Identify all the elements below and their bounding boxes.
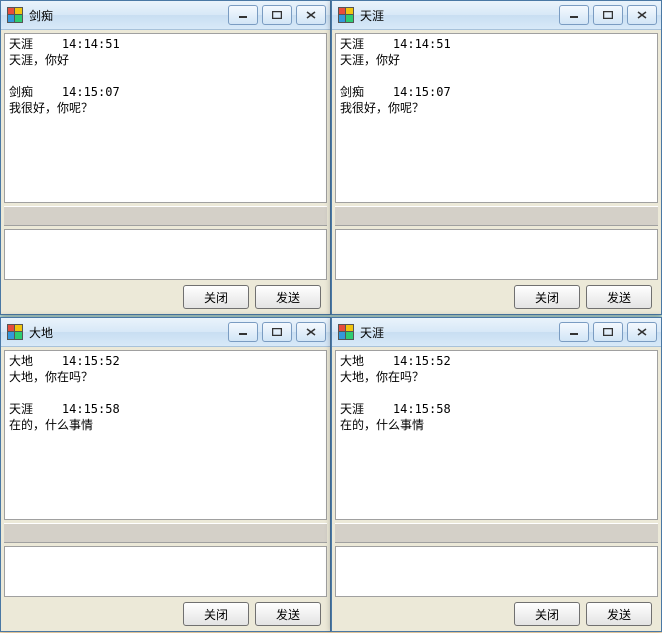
- close-button[interactable]: 关闭: [183, 602, 249, 626]
- minimize-button[interactable]: [228, 322, 258, 342]
- close-window-button[interactable]: [296, 5, 326, 25]
- minimize-button[interactable]: [228, 5, 258, 25]
- splitter[interactable]: [335, 523, 658, 543]
- splitter[interactable]: [335, 206, 658, 226]
- chat-window: 天涯天涯 14:14:51 天涯，你好 剑痴 14:15:07 我很好，你呢？ …: [331, 0, 662, 315]
- splitter[interactable]: [4, 523, 327, 543]
- client-area: 大地 14:15:52 大地，你在吗？ 天涯 14:15:58 在的，什么事情 …: [332, 347, 661, 631]
- message-input[interactable]: [7, 549, 328, 598]
- maximize-button[interactable]: [262, 5, 292, 25]
- titlebar[interactable]: 天涯: [332, 318, 661, 347]
- window-title: 天涯: [360, 7, 559, 24]
- chat-log: 大地 14:15:52 大地，你在吗？ 天涯 14:15:58 在的，什么事情: [335, 350, 658, 520]
- titlebar[interactable]: 天涯: [332, 1, 661, 30]
- message-input[interactable]: [338, 549, 659, 598]
- chat-window: 天涯大地 14:15:52 大地，你在吗？ 天涯 14:15:58 在的，什么事…: [331, 317, 662, 632]
- window-controls: [559, 5, 657, 25]
- window-title: 天涯: [360, 324, 559, 341]
- message-input[interactable]: [338, 232, 659, 281]
- send-button[interactable]: 发送: [255, 285, 321, 309]
- message-input-area: [4, 229, 327, 280]
- send-button[interactable]: 发送: [586, 285, 652, 309]
- chat-log: 天涯 14:14:51 天涯，你好 剑痴 14:15:07 我很好，你呢？: [4, 33, 327, 203]
- message-input-area: [4, 546, 327, 597]
- titlebar[interactable]: 剑痴: [1, 1, 330, 30]
- chat-log: 天涯 14:14:51 天涯，你好 剑痴 14:15:07 我很好，你呢？: [335, 33, 658, 203]
- maximize-button[interactable]: [593, 322, 623, 342]
- send-button[interactable]: 发送: [586, 602, 652, 626]
- close-button[interactable]: 关闭: [183, 285, 249, 309]
- app-icon: [338, 7, 354, 23]
- close-window-button[interactable]: [627, 5, 657, 25]
- client-area: 天涯 14:14:51 天涯，你好 剑痴 14:15:07 我很好，你呢？ 关闭…: [1, 30, 330, 314]
- app-icon: [7, 7, 23, 23]
- splitter[interactable]: [4, 206, 327, 226]
- send-button[interactable]: 发送: [255, 602, 321, 626]
- client-area: 大地 14:15:52 大地，你在吗？ 天涯 14:15:58 在的，什么事情 …: [1, 347, 330, 631]
- maximize-button[interactable]: [593, 5, 623, 25]
- maximize-button[interactable]: [262, 322, 292, 342]
- button-row: 关闭发送: [4, 283, 327, 311]
- client-area: 天涯 14:14:51 天涯，你好 剑痴 14:15:07 我很好，你呢？ 关闭…: [332, 30, 661, 314]
- chat-window: 大地大地 14:15:52 大地，你在吗？ 天涯 14:15:58 在的，什么事…: [0, 317, 331, 632]
- close-window-button[interactable]: [627, 322, 657, 342]
- message-input[interactable]: [7, 232, 328, 281]
- button-row: 关闭发送: [335, 283, 658, 311]
- close-button[interactable]: 关闭: [514, 602, 580, 626]
- minimize-button[interactable]: [559, 5, 589, 25]
- window-title: 剑痴: [29, 7, 228, 24]
- message-input-area: [335, 229, 658, 280]
- window-controls: [228, 5, 326, 25]
- close-window-button[interactable]: [296, 322, 326, 342]
- chat-window: 剑痴天涯 14:14:51 天涯，你好 剑痴 14:15:07 我很好，你呢？ …: [0, 0, 331, 315]
- window-controls: [559, 322, 657, 342]
- titlebar[interactable]: 大地: [1, 318, 330, 347]
- app-icon: [7, 324, 23, 340]
- message-input-area: [335, 546, 658, 597]
- button-row: 关闭发送: [335, 600, 658, 628]
- minimize-button[interactable]: [559, 322, 589, 342]
- window-controls: [228, 322, 326, 342]
- chat-log: 大地 14:15:52 大地，你在吗？ 天涯 14:15:58 在的，什么事情: [4, 350, 327, 520]
- window-title: 大地: [29, 324, 228, 341]
- app-icon: [338, 324, 354, 340]
- button-row: 关闭发送: [4, 600, 327, 628]
- close-button[interactable]: 关闭: [514, 285, 580, 309]
